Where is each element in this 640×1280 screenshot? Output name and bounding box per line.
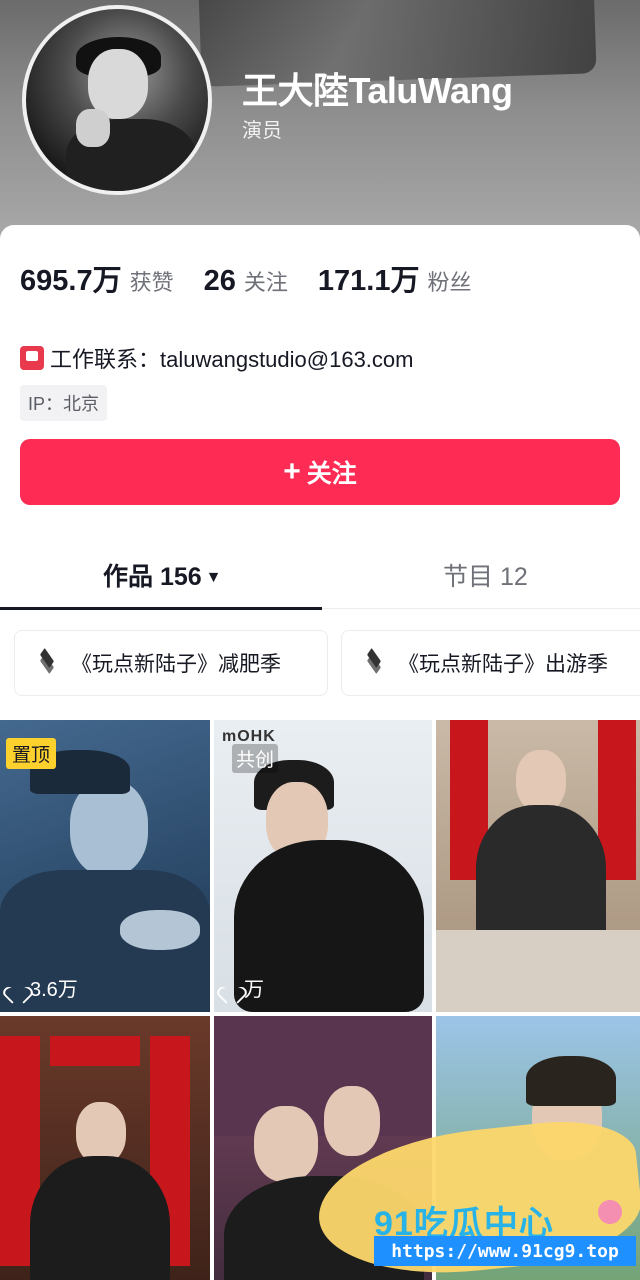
like-count-value: 万 [244, 979, 264, 1001]
heart-icon [8, 980, 26, 996]
like-count-value: 3.6万 [30, 979, 78, 1001]
followers-count[interactable]: 171.1万 [318, 257, 420, 299]
watermark-url: https://www.91cg9.top [374, 1236, 636, 1266]
profile-header: 王大陸TaluWang 演员 [0, 0, 640, 240]
profile-role: 演员 [242, 120, 282, 142]
follow-button-label: 关注 [306, 460, 357, 488]
stats-row: 695.7万 获赞 26 关注 171.1万 粉丝 [20, 257, 501, 299]
heart-sticker-icon [598, 1200, 622, 1224]
tab-shows[interactable]: 节目 12 [443, 557, 528, 593]
likes-count: 695.7万 [20, 265, 122, 297]
collection-label: 《玩点新陆子》出游季 [398, 653, 608, 676]
following-label[interactable]: 关注 [244, 265, 288, 297]
tab-works[interactable]: 作品 156 ▼ [103, 557, 222, 593]
layers-icon [364, 648, 386, 674]
content-tabs: 作品 156 ▼ 节目 12 [0, 545, 640, 610]
like-count: 3.6万 [8, 973, 78, 1002]
caret-down-icon: ▼ [205, 569, 222, 587]
bookmark-icon [20, 346, 44, 370]
video-thumbnail[interactable] [0, 1016, 210, 1280]
co-create-badge: 共创 [232, 744, 279, 773]
likes-label: 获赞 [129, 270, 174, 295]
collection-item[interactable]: 《玩点新陆子》减肥季 [14, 630, 328, 696]
contact-text: 工作联系：taluwangstudio@163.com [50, 347, 414, 372]
collection-item[interactable]: 《玩点新陆子》出游季 [341, 630, 640, 696]
ip-location-tag: IP：北京 [20, 385, 108, 421]
profile-name: 王大陸TaluWang [242, 70, 513, 111]
follow-button[interactable]: + 关注 [20, 439, 620, 505]
active-tab-indicator [0, 607, 322, 610]
avatar[interactable] [22, 5, 212, 195]
video-thumbnail[interactable]: mOHK 共创 万 [214, 720, 432, 1012]
following-count[interactable]: 26 [204, 265, 236, 298]
collection-label: 《玩点新陆子》减肥季 [71, 653, 281, 676]
like-count: 万 [222, 973, 264, 1002]
tab-works-label: 作品 156 [103, 563, 202, 591]
watermark-overlay: 91吃瓜中心 https://www.91cg9.top [311, 1113, 640, 1280]
plus-icon: + [283, 455, 301, 488]
collections-row: 《玩点新陆子》减肥季 《玩点新陆子》出游季 [0, 630, 640, 700]
layers-icon [37, 648, 59, 674]
video-thumbnail[interactable] [436, 720, 640, 1012]
heart-icon [222, 980, 240, 996]
video-thumbnail[interactable]: 置顶 3.6万 [0, 720, 210, 1012]
followers-label[interactable]: 粉丝 [427, 265, 471, 297]
pinned-badge: 置顶 [6, 738, 57, 769]
contact-info: 工作联系：taluwangstudio@163.com [20, 342, 413, 374]
